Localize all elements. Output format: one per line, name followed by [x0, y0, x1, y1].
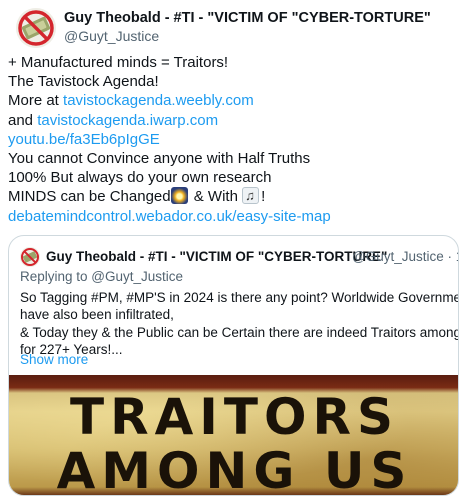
post-body: + Manufactured minds = Traitors! The Tav… — [8, 53, 458, 226]
post-text: and — [8, 111, 38, 129]
quoted-post-text: So Tagging #PM, #MP'S in 2024 is there a… — [20, 289, 459, 359]
link-tavistock-weebly[interactable]: tavistockagenda.weebly.com — [63, 92, 254, 109]
musical-score-emoji-icon — [242, 186, 260, 206]
post-line: You cannot Convince anyone with Half Tru… — [8, 150, 311, 168]
link-tavistock-iwarp[interactable]: tavistockagenda.iwarp.com — [37, 112, 218, 129]
image-text-line: TRAITORS — [69, 388, 400, 446]
quoted-author-handle-time: @Guyt_Justice · 19m — [352, 249, 458, 264]
post-line: More at tavistockagenda.weebly.com — [8, 91, 458, 110]
replying-to-label: Replying to — [20, 269, 92, 284]
author-names: Guy Theobald - #TI - "VICTIM OF "CYBER-T… — [64, 9, 431, 45]
post-header: Guy Theobald - #TI - "VICTIM OF "CYBER-T… — [16, 8, 456, 48]
replying-to: Replying to @Guyt_Justice — [20, 269, 183, 284]
quoted-line: have also been infiltrated, — [20, 307, 174, 323]
post-line: youtu.be/fa3Eb6pIgGE — [8, 130, 458, 149]
post-line: 100% But always do your own research — [8, 169, 272, 187]
link-youtube[interactable]: youtu.be/fa3Eb6pIgGE — [8, 131, 160, 148]
quoted-line: & Today they & the Public can be Certain… — [20, 324, 459, 340]
post-text: More at — [8, 92, 64, 110]
post-line: + Manufactured minds = Traitors! — [8, 54, 229, 71]
replying-to-handle: @Guyt_Justice — [91, 269, 184, 284]
quoted-author-display-name: Guy Theobald - #TI - "VICTIM OF "CYBER-T… — [46, 249, 388, 264]
author-avatar[interactable] — [16, 8, 56, 48]
author-display-name[interactable]: Guy Theobald - #TI - "VICTIM OF "CYBER-T… — [64, 9, 431, 27]
quoted-author-avatar — [20, 247, 40, 267]
post-line: and tavistockagenda.iwarp.com — [8, 111, 458, 130]
quoted-post-header: Guy Theobald - #TI - "VICTIM OF "CYBER-T… — [20, 247, 458, 267]
post-line: MINDS can be Changed & With ! — [8, 186, 458, 206]
post-line: debatemindcontrol.webador.co.uk/easy-sit… — [8, 207, 458, 226]
post-line: The Tavistock Agenda! — [8, 73, 159, 91]
quoted-line: So Tagging #PM, #MP'S in 2024 is there a… — [20, 290, 459, 305]
sparkler-emoji-icon — [170, 187, 188, 205]
show-more-link[interactable]: Show more — [20, 352, 88, 367]
post-text: & With — [189, 188, 243, 206]
post-text: MINDS can be Changed — [8, 188, 171, 206]
post-text: ! — [261, 188, 266, 206]
image-bottom-band — [9, 487, 458, 495]
quoted-post[interactable]: Guy Theobald - #TI - "VICTIM OF "CYBER-T… — [8, 235, 459, 496]
author-handle[interactable]: @Guyt_Justice — [64, 27, 431, 45]
quoted-post-image[interactable]: TRAITORS AMONG US — [9, 375, 458, 495]
link-debatemindcontrol[interactable]: debatemindcontrol.webador.co.uk/easy-sit… — [8, 208, 331, 225]
